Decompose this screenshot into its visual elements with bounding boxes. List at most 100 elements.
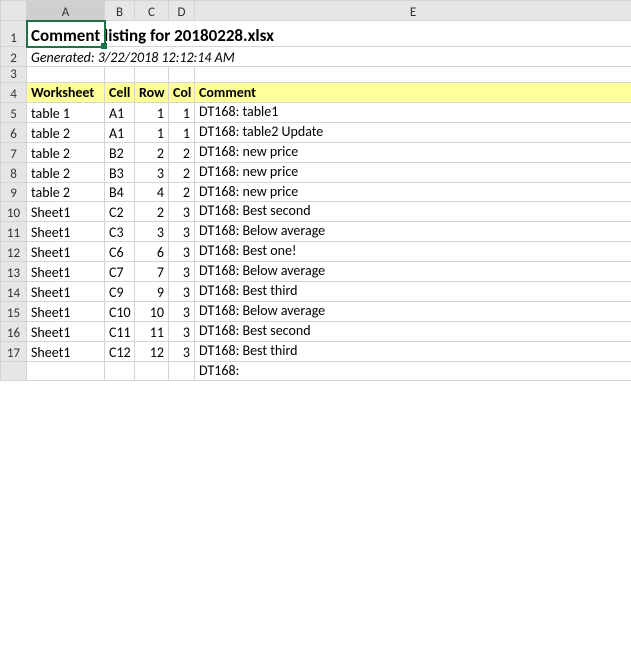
- cell-ref[interactable]: C3: [105, 222, 135, 242]
- cell-colnum[interactable]: 3: [169, 202, 195, 222]
- cell-worksheet[interactable]: Sheet1: [27, 202, 105, 222]
- cell-comment[interactable]: DT168: Below average: [195, 222, 631, 242]
- row-header[interactable]: 3: [1, 67, 27, 83]
- table-row[interactable]: 13Sheet1C773DT168: Below average: [1, 262, 631, 282]
- table-row-partial[interactable]: DT168:: [1, 361, 631, 381]
- cell-ref[interactable]: C2: [105, 202, 135, 222]
- cell-worksheet[interactable]: Sheet1: [27, 282, 105, 302]
- cell-colnum[interactable]: 2: [169, 162, 195, 182]
- row-header[interactable]: 12: [1, 242, 27, 262]
- row-header[interactable]: 1: [1, 21, 27, 47]
- table-row[interactable]: 12Sheet1C663DT168: Best one!: [1, 242, 631, 262]
- cell-ref[interactable]: B2: [105, 142, 135, 162]
- cell-colnum[interactable]: 3: [169, 301, 195, 321]
- cell-colnum[interactable]: 1: [169, 103, 195, 123]
- cell-comment[interactable]: DT168: Best third: [195, 341, 631, 361]
- cell-colnum[interactable]: [169, 361, 195, 381]
- col-header-E[interactable]: E: [195, 1, 631, 21]
- row-header[interactable]: 14: [1, 282, 27, 302]
- cell-comment[interactable]: DT168: new price: [195, 162, 631, 182]
- cell-colnum[interactable]: 2: [169, 182, 195, 202]
- cell-ref[interactable]: B4: [105, 182, 135, 202]
- cell-colnum[interactable]: 2: [169, 142, 195, 162]
- cell-ref[interactable]: C10: [105, 301, 135, 321]
- cell-rownum[interactable]: 12: [135, 341, 169, 361]
- cell-comment[interactable]: DT168: Best third: [195, 282, 631, 302]
- row-header[interactable]: 11: [1, 222, 27, 242]
- cell-ref[interactable]: B3: [105, 162, 135, 182]
- header-cell[interactable]: Cell: [105, 83, 135, 103]
- cell-rownum[interactable]: 9: [135, 282, 169, 302]
- row-header[interactable]: 2: [1, 47, 27, 67]
- cell-rownum[interactable]: 1: [135, 122, 169, 142]
- row-header[interactable]: 13: [1, 262, 27, 282]
- cell-rownum[interactable]: [135, 361, 169, 381]
- table-row[interactable]: 5table 1A111DT168: table1: [1, 103, 631, 123]
- cell-worksheet[interactable]: table 2: [27, 182, 105, 202]
- row-4-table-header[interactable]: 4 Worksheet Cell Row Col Comment: [1, 83, 631, 103]
- table-row[interactable]: 15Sheet1C10103DT168: Below average: [1, 301, 631, 321]
- header-comment[interactable]: Comment: [195, 83, 631, 103]
- cell[interactable]: [169, 67, 195, 83]
- col-header-A[interactable]: A: [27, 1, 105, 21]
- table-row[interactable]: 10Sheet1C223DT168: Best second: [1, 202, 631, 222]
- row-header[interactable]: 5: [1, 103, 27, 123]
- title-cell[interactable]: Comment listing for 20180228.xlsx: [27, 21, 631, 47]
- cell-colnum[interactable]: 3: [169, 222, 195, 242]
- cell[interactable]: [105, 67, 135, 83]
- cell-ref[interactable]: C9: [105, 282, 135, 302]
- cell-comment[interactable]: DT168: new price: [195, 142, 631, 162]
- cell[interactable]: [195, 67, 631, 83]
- cell[interactable]: [27, 67, 105, 83]
- cell-worksheet[interactable]: Sheet1: [27, 222, 105, 242]
- cell-colnum[interactable]: 1: [169, 122, 195, 142]
- cell-rownum[interactable]: 7: [135, 262, 169, 282]
- cell-rownum[interactable]: 2: [135, 142, 169, 162]
- table-row[interactable]: 11Sheet1C333DT168: Below average: [1, 222, 631, 242]
- cell-rownum[interactable]: 3: [135, 222, 169, 242]
- row-header[interactable]: 15: [1, 301, 27, 321]
- cell-rownum[interactable]: 6: [135, 242, 169, 262]
- row-3[interactable]: 3: [1, 67, 631, 83]
- cell-colnum[interactable]: 3: [169, 321, 195, 341]
- row-header[interactable]: 7: [1, 142, 27, 162]
- table-row[interactable]: 16Sheet1C11113DT168: Best second: [1, 321, 631, 341]
- cell-comment[interactable]: DT168: Best one!: [195, 242, 631, 262]
- row-2[interactable]: 2 Generated: 3/22/2018 12:12:14 AM: [1, 47, 631, 67]
- cell-worksheet[interactable]: Sheet1: [27, 341, 105, 361]
- cell-rownum[interactable]: 1: [135, 103, 169, 123]
- cell-worksheet[interactable]: table 2: [27, 142, 105, 162]
- row-header[interactable]: 16: [1, 321, 27, 341]
- cell-comment[interactable]: DT168: Below average: [195, 262, 631, 282]
- cell-rownum[interactable]: 2: [135, 202, 169, 222]
- cell-worksheet[interactable]: table 1: [27, 103, 105, 123]
- cell-colnum[interactable]: 3: [169, 341, 195, 361]
- row-header[interactable]: 9: [1, 182, 27, 202]
- col-header-D[interactable]: D: [169, 1, 195, 21]
- cell-ref[interactable]: A1: [105, 122, 135, 142]
- cell-worksheet[interactable]: [27, 361, 105, 381]
- subtitle-cell[interactable]: Generated: 3/22/2018 12:12:14 AM: [27, 47, 631, 67]
- cell-colnum[interactable]: 3: [169, 242, 195, 262]
- cell-ref[interactable]: C11: [105, 321, 135, 341]
- header-worksheet[interactable]: Worksheet: [27, 83, 105, 103]
- cell-rownum[interactable]: 4: [135, 182, 169, 202]
- table-row[interactable]: 7table 2B222DT168: new price: [1, 142, 631, 162]
- table-row[interactable]: 6table 2A111DT168: table2 Update: [1, 122, 631, 142]
- cell-worksheet[interactable]: Sheet1: [27, 262, 105, 282]
- col-header-C[interactable]: C: [135, 1, 169, 21]
- table-row[interactable]: 14Sheet1C993DT168: Best third: [1, 282, 631, 302]
- table-row[interactable]: 8table 2B332DT168: new price: [1, 162, 631, 182]
- cell-worksheet[interactable]: Sheet1: [27, 301, 105, 321]
- col-header-B[interactable]: B: [105, 1, 135, 21]
- row-header[interactable]: 8: [1, 162, 27, 182]
- column-header-row[interactable]: A B C D E: [1, 1, 631, 21]
- row-header[interactable]: 6: [1, 122, 27, 142]
- row-header[interactable]: 17: [1, 341, 27, 361]
- cell-ref[interactable]: C12: [105, 341, 135, 361]
- cell-rownum[interactable]: 10: [135, 301, 169, 321]
- row-header[interactable]: 10: [1, 202, 27, 222]
- cell-rownum[interactable]: 11: [135, 321, 169, 341]
- cell-comment[interactable]: DT168: Best second: [195, 321, 631, 341]
- table-row[interactable]: 17Sheet1C12123DT168: Best third: [1, 341, 631, 361]
